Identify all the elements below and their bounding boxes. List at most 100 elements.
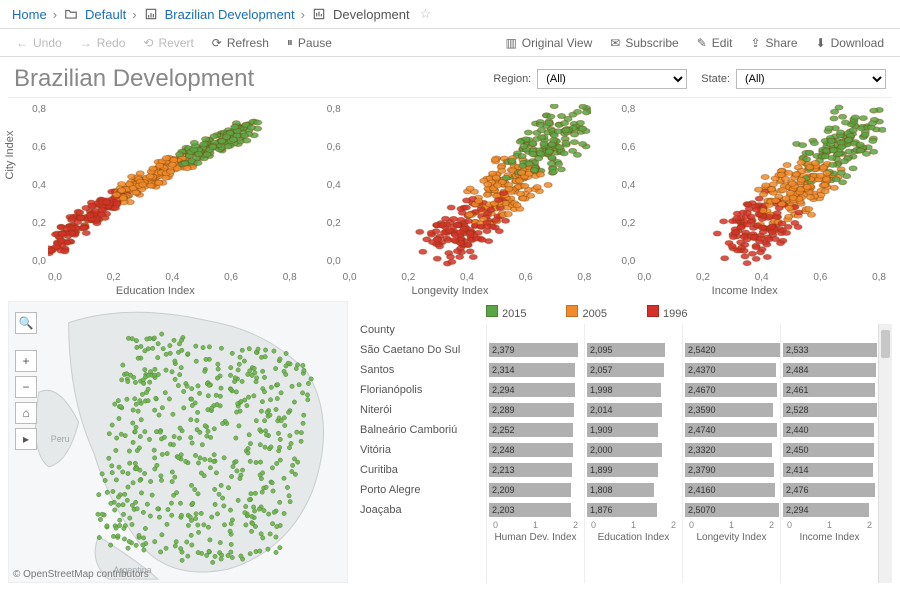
pause-button[interactable]: ⏸ Pause [287, 35, 332, 50]
share-button[interactable]: ⇪ Share [750, 36, 797, 50]
row-names: County São Caetano Do SulSantosFlorianóp… [356, 324, 486, 583]
bar-cell[interactable]: 2,314 [487, 360, 584, 380]
bar-cell[interactable]: 2,4370 [683, 360, 780, 380]
bar-cell[interactable]: 2,289 [487, 400, 584, 420]
bar-cell[interactable]: 2,461 [781, 380, 878, 400]
edit-button[interactable]: ✎ Edit [697, 36, 733, 50]
table-header-county: County [356, 324, 486, 340]
breadcrumb: Home › Default › Brazilian Development ›… [0, 0, 900, 29]
breadcrumb-default[interactable]: Default [85, 7, 126, 22]
table-row-name[interactable]: Porto Alegre [356, 480, 486, 500]
bar-cell[interactable]: 1,909 [585, 420, 682, 440]
metric-col: 2,5332,4842,4612,5282,4402,4502,4142,476… [780, 324, 878, 583]
legend-item[interactable]: 2005 [566, 305, 606, 320]
table-row-name[interactable]: São Caetano Do Sul [356, 340, 486, 360]
folder-icon [63, 6, 79, 22]
x-axis-label: Income Index [597, 285, 892, 297]
bar-cell[interactable]: 2,213 [487, 460, 584, 480]
bar-cell[interactable]: 2,014 [585, 400, 682, 420]
breadcrumb-workbook[interactable]: Brazilian Development [165, 7, 295, 22]
bar-cell[interactable]: 2,440 [781, 420, 878, 440]
region-filter: Region: (All) [493, 69, 687, 89]
scrollbar-thumb[interactable] [881, 330, 890, 358]
map-zoom-in[interactable]: + [15, 350, 37, 372]
table-row-name[interactable]: Florianópolis [356, 380, 486, 400]
bar-cell[interactable]: 2,528 [781, 400, 878, 420]
metric-columns: 2,3792,3142,2942,2892,2522,2482,2132,209… [486, 324, 878, 583]
table-row-name[interactable]: Vitória [356, 440, 486, 460]
bar-cell[interactable]: 2,533 [781, 340, 878, 360]
bar-cell[interactable]: 2,057 [585, 360, 682, 380]
bar-cell[interactable]: 2,209 [487, 480, 584, 500]
bar-cell[interactable]: 2,4160 [683, 480, 780, 500]
workbook-icon [143, 6, 159, 22]
bar-cell[interactable]: 2,414 [781, 460, 878, 480]
bar-cell[interactable]: 2,476 [781, 480, 878, 500]
bar-cell[interactable]: 2,294 [781, 500, 878, 520]
download-button[interactable]: ⬇ Download [816, 36, 884, 50]
x-ticks: 0,00,20,40,60,8 [343, 272, 592, 283]
metric-label: Longevity Index [683, 532, 780, 546]
original-view-button[interactable]: ▥ Original View [505, 36, 592, 50]
table-row-name[interactable]: Joaçaba [356, 500, 486, 520]
scrollbar[interactable] [878, 324, 892, 583]
scatter-education[interactable]: City Index 0,00,20,40,60,8 0,00,20,40,60… [8, 97, 303, 297]
refresh-button[interactable]: ⟳ Refresh [212, 36, 269, 50]
bar-cell[interactable]: 2,4740 [683, 420, 780, 440]
map-panel[interactable]: Peru Argentina 🔍 + − ⌂ ▸ © OpenStreetMap… [8, 301, 348, 583]
page-title: Brazilian Development [14, 65, 479, 93]
legend-item[interactable]: 2015 [486, 305, 526, 320]
bar-cell[interactable]: 2,4670 [683, 380, 780, 400]
bar-cell[interactable]: 1,808 [585, 480, 682, 500]
revert-button[interactable]: ⟲ Revert [143, 36, 193, 50]
bar-cell[interactable]: 2,450 [781, 440, 878, 460]
scatter-longevity[interactable]: 0,00,20,40,60,8 0,00,20,40,60,8 Longevit… [303, 97, 598, 297]
bar-cell[interactable]: 2,203 [487, 500, 584, 520]
bar-cell[interactable]: 2,484 [781, 360, 878, 380]
bar-cell[interactable]: 1,899 [585, 460, 682, 480]
undo-button[interactable]: ← Undo [16, 36, 62, 50]
bar-cell[interactable]: 2,3590 [683, 400, 780, 420]
scatter-row: City Index 0,00,20,40,60,8 0,00,20,40,60… [0, 97, 900, 297]
breadcrumb-home[interactable]: Home [12, 7, 47, 22]
view-icon [311, 6, 327, 22]
bar-cell[interactable]: 2,3320 [683, 440, 780, 460]
bar-cell[interactable]: 2,5070 [683, 500, 780, 520]
bar-cell[interactable]: 2,379 [487, 340, 584, 360]
subscribe-button[interactable]: ✉ Subscribe [610, 36, 678, 50]
map-search-icon[interactable]: 🔍 [15, 312, 37, 334]
redo-button[interactable]: → Redo [80, 36, 126, 50]
table-row-name[interactable]: Curitiba [356, 460, 486, 480]
bar-cell[interactable]: 2,248 [487, 440, 584, 460]
bottom-row: Peru Argentina 🔍 + − ⌂ ▸ © OpenStreetMap… [0, 297, 900, 587]
metric-label: Human Dev. Index [487, 532, 584, 546]
right-panel: 2015 2005 1996 County São Caetano Do SulSa… [356, 301, 892, 583]
bar-cell[interactable]: 2,000 [585, 440, 682, 460]
breadcrumb-sep: › [53, 7, 57, 22]
bar-cell[interactable]: 1,876 [585, 500, 682, 520]
bar-cell[interactable]: 2,5420 [683, 340, 780, 360]
x-ticks: 0,00,20,40,60,8 [637, 272, 886, 283]
map-expand-icon[interactable]: ▸ [15, 428, 37, 450]
bar-cell[interactable]: 2,252 [487, 420, 584, 440]
metric-col: 2,54202,43702,46702,35902,47402,33202,37… [682, 324, 780, 583]
bar-cell[interactable]: 2,095 [585, 340, 682, 360]
state-select[interactable]: (All) [736, 69, 886, 89]
title-row: Brazilian Development Region: (All) Stat… [0, 57, 900, 97]
bar-cell[interactable]: 2,294 [487, 380, 584, 400]
x-ticks: 0,00,20,40,60,8 [48, 272, 297, 283]
bar-cell[interactable]: 2,3790 [683, 460, 780, 480]
legend-item[interactable]: 1996 [647, 305, 687, 320]
x-axis-label: Education Index [8, 285, 303, 297]
breadcrumb-view: Development [333, 7, 410, 22]
map-home-icon[interactable]: ⌂ [15, 402, 37, 424]
scatter-income[interactable]: 0,00,20,40,60,8 0,00,20,40,60,8 Income I… [597, 97, 892, 297]
table-row-name[interactable]: Santos [356, 360, 486, 380]
bar-cell[interactable]: 1,998 [585, 380, 682, 400]
table-row-name[interactable]: Niterói [356, 400, 486, 420]
y-ticks: 0,00,20,40,60,8 [28, 104, 46, 267]
map-zoom-out[interactable]: − [15, 376, 37, 398]
region-select[interactable]: (All) [537, 69, 687, 89]
table-row-name[interactable]: Balneário Camboriú [356, 420, 486, 440]
favorite-star-icon[interactable]: ☆ [420, 6, 432, 22]
